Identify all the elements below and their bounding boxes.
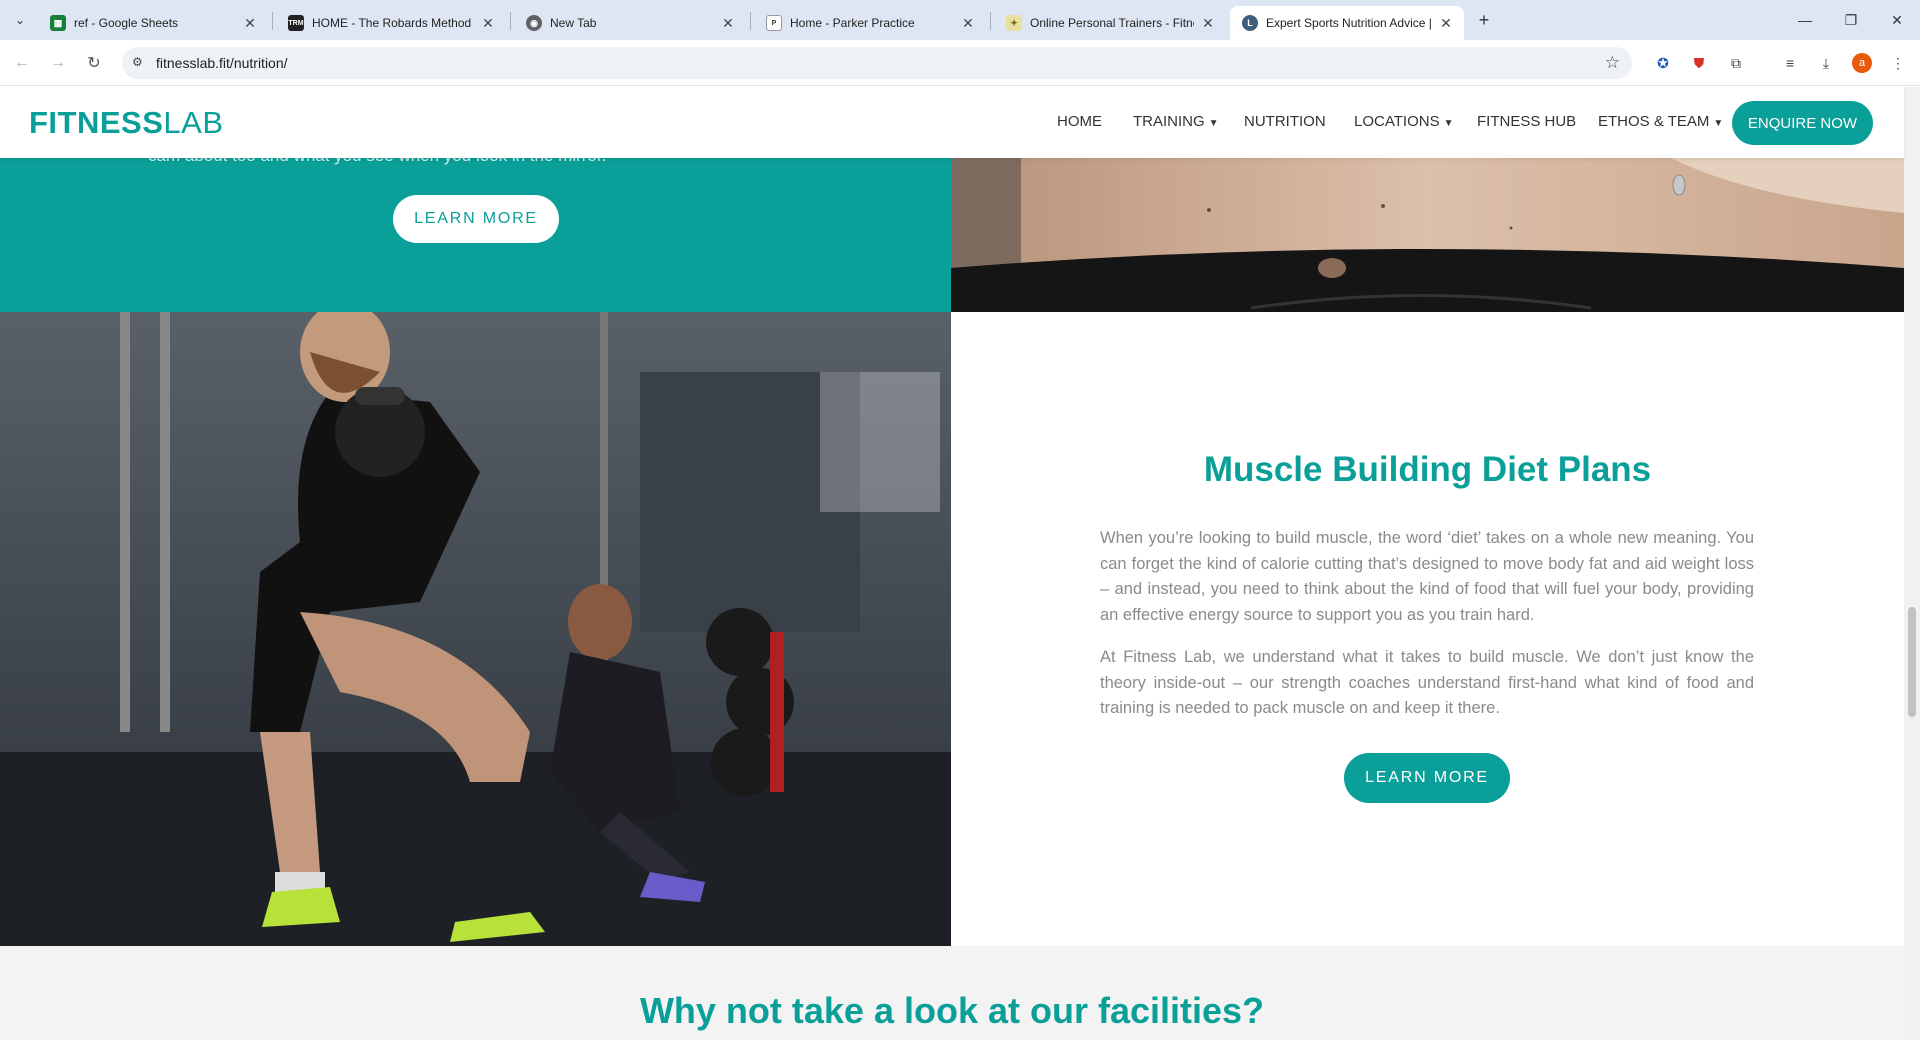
back-icon[interactable]: ← [10, 51, 34, 75]
scrollbar-thumb[interactable] [1908, 607, 1916, 717]
minimize-icon[interactable]: — [1782, 0, 1828, 40]
browser-tab[interactable]: ▦ ref - Google Sheets ✕ [38, 6, 268, 40]
pp-icon: P [766, 15, 782, 31]
extension-icon[interactable]: ✪ [1653, 53, 1673, 73]
torso-photo [951, 158, 1904, 312]
trainer-icon: ✦ [1006, 15, 1022, 31]
menu-kebab-icon[interactable]: ⋮ [1888, 53, 1908, 73]
bookmark-star-icon[interactable]: ☆ [1605, 53, 1620, 73]
extensions-puzzle-icon[interactable]: ⧉ [1726, 53, 1746, 73]
tab-title: ref - Google Sheets [74, 16, 179, 30]
download-icon[interactable]: ⤓ [1816, 53, 1836, 73]
learn-more-button[interactable]: LEARN MORE [1344, 753, 1510, 803]
fitnesslab-icon: L [1242, 15, 1258, 31]
weight-loss-cta-panel: cam about too and what you see when you … [0, 158, 951, 312]
section-paragraph: When you’re looking to build muscle, the… [1100, 529, 1754, 624]
tab-title: Online Personal Trainers - Fitness [1030, 16, 1194, 30]
address-bar[interactable]: ⚙ fitnesslab.fit/nutrition/ ☆ [122, 47, 1632, 79]
nav-nutrition[interactable]: NUTRITION [1244, 113, 1326, 130]
tab-title: Expert Sports Nutrition Advice | Fitness… [1266, 16, 1432, 30]
site-header: FITNESSLAB HOME TRAINING ▼ NUTRITION LOCA… [0, 87, 1904, 158]
nav-home[interactable]: HOME [1057, 113, 1102, 130]
learn-more-button[interactable]: LEARN MORE [393, 195, 559, 243]
chevron-down-icon: ▼ [1208, 118, 1219, 129]
chevron-down-icon: ▼ [1713, 118, 1724, 129]
nav-ethos-team[interactable]: ETHOS & TEAM ▼ [1598, 113, 1723, 130]
reload-icon[interactable]: ↻ [82, 51, 106, 75]
profile-avatar-icon[interactable]: a [1852, 53, 1872, 73]
close-tab-icon[interactable]: ✕ [720, 15, 736, 32]
sheets-icon: ▦ [50, 15, 66, 31]
close-tab-icon[interactable]: ✕ [480, 15, 496, 32]
trm-icon: TRM [288, 15, 304, 31]
forward-icon[interactable]: → [46, 51, 70, 75]
browser-tab[interactable]: ✦ Online Personal Trainers - Fitness ✕ [994, 6, 1226, 40]
tab-title: Home - Parker Practice [790, 16, 915, 30]
enquire-now-button[interactable]: ENQUIRE NOW [1732, 101, 1873, 145]
section-title: Muscle Building Diet Plans [1203, 450, 1652, 489]
site-info-icon[interactable]: ⚙ [132, 55, 143, 69]
new-tab-icon[interactable]: + [1472, 8, 1496, 32]
tab-title: New Tab [550, 16, 597, 30]
browser-tab[interactable]: TRM HOME - The Robards Method ✕ [276, 6, 506, 40]
close-tab-icon[interactable]: ✕ [960, 15, 976, 32]
media-queue-icon[interactable]: ≡ [1780, 53, 1800, 73]
cut-off-text: cam about too and what you see when you … [148, 158, 606, 166]
close-tab-icon[interactable]: ✕ [1438, 15, 1454, 32]
browser-tab[interactable]: ◉ New Tab ✕ [514, 6, 746, 40]
restore-icon[interactable]: ❐ [1828, 0, 1874, 40]
chrome-icon: ◉ [526, 15, 542, 31]
nav-locations[interactable]: LOCATIONS ▼ [1354, 113, 1453, 130]
facilities-title: Why not take a look at our facilities? [639, 990, 1265, 1031]
close-tab-icon[interactable]: ✕ [1200, 15, 1216, 32]
muscle-building-section: Muscle Building Diet Plans When you’re l… [951, 312, 1904, 946]
page-scrollbar[interactable] [1904, 87, 1920, 1040]
chevron-down-icon: ▼ [1443, 118, 1454, 129]
close-window-icon[interactable]: ✕ [1874, 0, 1920, 40]
tab-title: HOME - The Robards Method [312, 16, 472, 30]
browser-tab-bar: ⌄ ▦ ref - Google Sheets ✕ TRM HOME - The… [0, 0, 1920, 40]
close-tab-icon[interactable]: ✕ [242, 15, 258, 32]
tab-search-dropdown-icon[interactable]: ⌄ [8, 8, 32, 32]
browser-toolbar: ← → ↻ ⚙ fitnesslab.fit/nutrition/ ☆ ✪ ⛊ … [0, 40, 1920, 86]
brave-shield-icon[interactable]: ⛊ [1689, 53, 1709, 73]
site-logo[interactable]: FITNESSLAB [29, 105, 224, 141]
nav-training[interactable]: TRAINING ▼ [1133, 113, 1219, 130]
gym-kettlebell-photo [0, 312, 951, 946]
facilities-section: Why not take a look at our facilities? [0, 946, 1904, 1040]
browser-tab-active[interactable]: L Expert Sports Nutrition Advice | Fitne… [1230, 6, 1464, 40]
url-text[interactable]: fitnesslab.fit/nutrition/ [156, 55, 288, 71]
browser-tab[interactable]: P Home - Parker Practice ✕ [754, 6, 986, 40]
nav-fitness-hub[interactable]: FITNESS HUB [1477, 113, 1576, 130]
section-paragraph: At Fitness Lab, we understand what it ta… [1100, 648, 1754, 717]
